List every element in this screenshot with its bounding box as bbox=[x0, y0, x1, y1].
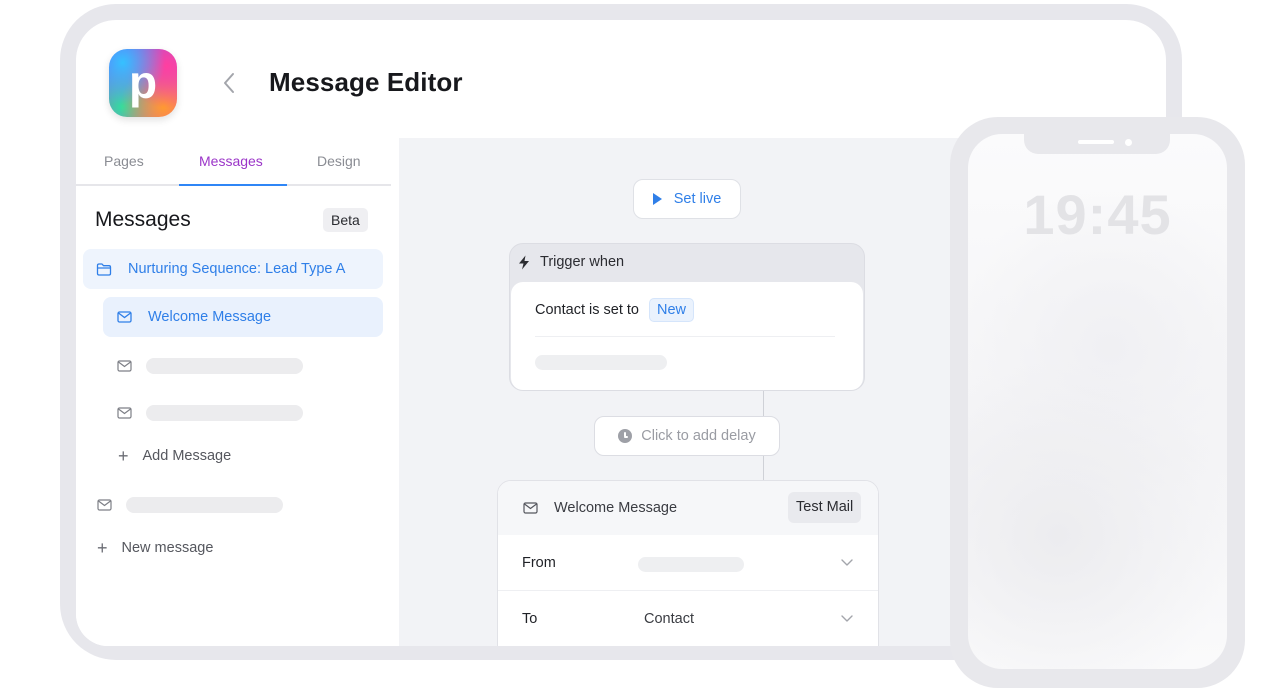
logo-letter: p bbox=[128, 56, 158, 108]
message-item-selected[interactable]: Welcome Message bbox=[103, 297, 383, 337]
placeholder-bar bbox=[126, 497, 283, 513]
sequence-item[interactable]: Nurturing Sequence: Lead Type A bbox=[83, 249, 383, 289]
active-tab-indicator bbox=[179, 184, 287, 186]
chevron-down-icon bbox=[841, 615, 853, 622]
message-item-placeholder[interactable] bbox=[103, 393, 383, 433]
sequence-label: Nurturing Sequence: Lead Type A bbox=[128, 261, 346, 277]
envelope-icon bbox=[116, 310, 132, 324]
envelope-icon bbox=[116, 406, 132, 420]
clock-icon bbox=[618, 429, 633, 443]
trigger-title: Trigger when bbox=[540, 254, 625, 270]
new-message-label: New message bbox=[121, 540, 214, 556]
app-logo: p bbox=[109, 49, 177, 117]
message-item-label: Welcome Message bbox=[148, 309, 272, 325]
sequence-item-placeholder[interactable] bbox=[83, 485, 383, 525]
lockscreen-time: 19:45 bbox=[1023, 183, 1172, 246]
phone-screen: 19:45 bbox=[968, 134, 1227, 669]
chevron-left-icon bbox=[224, 73, 234, 93]
message-card: Welcome Message Test Mail From To Contac… bbox=[497, 480, 879, 646]
beta-badge: Beta bbox=[323, 208, 368, 232]
to-value: Contact bbox=[644, 611, 694, 627]
plus-icon: + bbox=[118, 446, 129, 466]
folder-icon bbox=[96, 262, 112, 276]
tab-design[interactable]: Design bbox=[317, 153, 361, 169]
message-card-header: Welcome Message Test Mail bbox=[498, 481, 878, 535]
add-message-button[interactable]: + Add Message bbox=[118, 447, 231, 465]
trigger-body: Contact is set to New bbox=[511, 282, 863, 390]
to-label: To bbox=[522, 611, 538, 627]
messages-heading: Messages bbox=[95, 208, 191, 231]
play-icon bbox=[652, 193, 662, 205]
placeholder-bar bbox=[535, 355, 667, 370]
back-button[interactable] bbox=[218, 70, 240, 96]
message-item-placeholder[interactable] bbox=[103, 346, 383, 386]
envelope-icon bbox=[116, 359, 132, 373]
to-field[interactable]: To Contact bbox=[498, 591, 878, 646]
condition-value-chip[interactable]: New bbox=[648, 298, 694, 322]
placeholder-bar bbox=[638, 557, 744, 572]
add-delay-label: Click to add delay bbox=[641, 428, 756, 444]
phone-notch bbox=[1024, 134, 1170, 154]
tab-pages[interactable]: Pages bbox=[104, 153, 144, 169]
new-message-button[interactable]: + New message bbox=[97, 539, 213, 557]
placeholder-bar bbox=[146, 405, 303, 421]
condition-text: Contact is set to bbox=[535, 302, 639, 318]
from-label: From bbox=[522, 555, 556, 571]
envelope-icon bbox=[523, 502, 538, 514]
lightning-icon bbox=[519, 255, 529, 269]
sidebar-tabs: Pages Messages Design bbox=[76, 138, 391, 186]
set-live-label: Set live bbox=[673, 191, 722, 207]
add-message-label: Add Message bbox=[142, 448, 232, 464]
speaker-grille bbox=[1078, 140, 1114, 144]
app-stage: p Message Editor Pages Messages Design M… bbox=[0, 0, 1284, 688]
test-mail-button[interactable]: Test Mail bbox=[788, 492, 862, 523]
phone-frame: 19:45 bbox=[950, 117, 1245, 688]
add-delay-button[interactable]: Click to add delay bbox=[594, 416, 780, 456]
envelope-icon bbox=[96, 498, 112, 512]
tab-messages[interactable]: Messages bbox=[199, 153, 263, 169]
sidebar: Pages Messages Design Messages Beta Nurt… bbox=[76, 138, 399, 646]
divider bbox=[535, 336, 835, 337]
placeholder-bar bbox=[146, 358, 303, 374]
message-card-title: Welcome Message bbox=[554, 500, 678, 516]
flow-connector bbox=[763, 456, 764, 480]
trigger-card[interactable]: Trigger when Contact is set to New bbox=[509, 243, 865, 391]
trigger-condition: Contact is set to New bbox=[535, 298, 694, 322]
camera-dot bbox=[1125, 139, 1132, 146]
from-field[interactable]: From bbox=[498, 535, 878, 591]
chevron-down-icon bbox=[841, 559, 853, 566]
trigger-header: Trigger when bbox=[518, 254, 624, 270]
plus-icon: + bbox=[97, 538, 108, 558]
flow-connector bbox=[763, 391, 764, 416]
page-title: Message Editor bbox=[269, 67, 463, 97]
set-live-button[interactable]: Set live bbox=[633, 179, 741, 219]
